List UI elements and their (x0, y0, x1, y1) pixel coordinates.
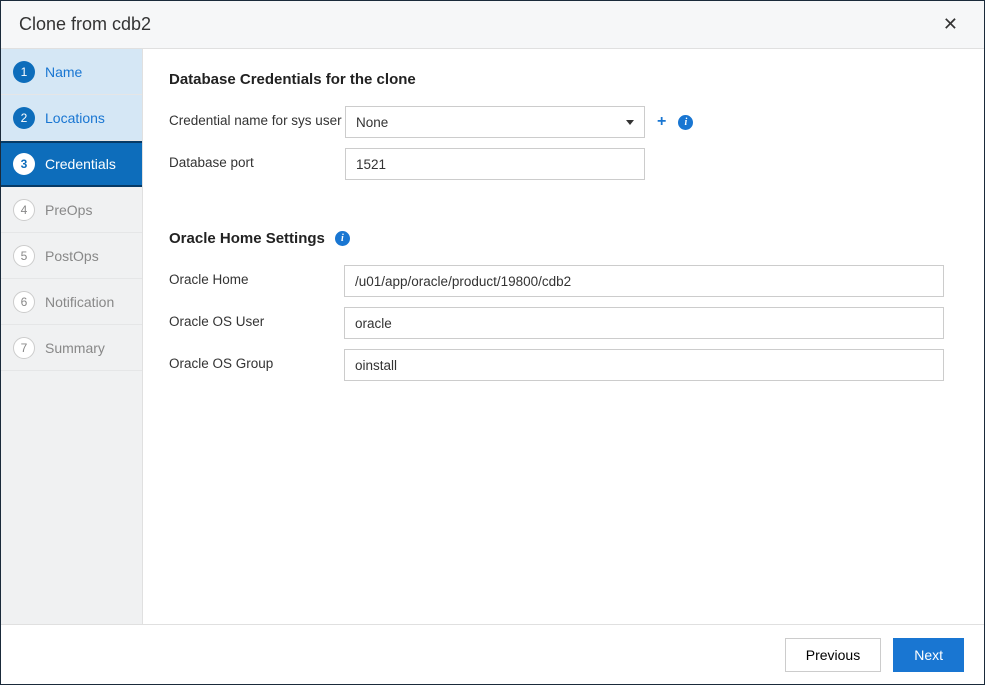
credential-select-value: None (356, 115, 388, 130)
row-database-port: Database port (169, 148, 944, 180)
step-number: 3 (13, 153, 35, 175)
section-title-db-credentials: Database Credentials for the clone (169, 71, 944, 88)
previous-button[interactable]: Previous (785, 638, 881, 672)
row-oracle-os-group: Oracle OS Group (169, 349, 944, 381)
step-number: 1 (13, 61, 35, 83)
database-port-input[interactable] (345, 148, 645, 180)
step-preops[interactable]: 4 PreOps (1, 187, 142, 233)
step-label: Notification (45, 294, 114, 310)
row-oracle-home: Oracle Home (169, 265, 944, 297)
step-label: Locations (45, 110, 105, 126)
step-notification[interactable]: 6 Notification (1, 279, 142, 325)
dialog-title: Clone from cdb2 (19, 14, 151, 35)
step-label: PostOps (45, 248, 99, 264)
step-label: PreOps (45, 202, 92, 218)
step-number: 2 (13, 107, 35, 129)
oracle-home-input[interactable] (344, 265, 944, 297)
step-number: 7 (13, 337, 35, 359)
step-summary[interactable]: 7 Summary (1, 325, 142, 371)
step-number: 5 (13, 245, 35, 267)
step-postops[interactable]: 5 PostOps (1, 233, 142, 279)
next-button[interactable]: Next (893, 638, 964, 672)
wizard-sidebar: 1 Name 2 Locations 3 Credentials 4 PreOp… (1, 49, 143, 624)
row-oracle-os-user: Oracle OS User (169, 307, 944, 339)
step-locations[interactable]: 2 Locations (1, 95, 142, 141)
add-credential-button[interactable]: + (657, 113, 666, 131)
row-credential-name: Credential name for sys user None + i (169, 106, 944, 138)
label-oracle-os-user: Oracle OS User (169, 307, 344, 331)
info-icon[interactable]: i (678, 115, 693, 130)
dialog-footer: Previous Next (1, 624, 984, 684)
step-label: Summary (45, 340, 105, 356)
label-credential-name: Credential name for sys user (169, 106, 345, 130)
step-label: Credentials (45, 156, 116, 172)
credential-select[interactable]: None (345, 106, 645, 138)
oracle-os-group-input[interactable] (344, 349, 944, 381)
step-number: 4 (13, 199, 35, 221)
step-number: 6 (13, 291, 35, 313)
label-oracle-os-group: Oracle OS Group (169, 349, 344, 373)
info-icon[interactable]: i (335, 231, 350, 246)
main-panel: Database Credentials for the clone Crede… (143, 49, 984, 624)
section-title-oracle-home: Oracle Home Settings i (169, 230, 944, 247)
label-oracle-home: Oracle Home (169, 265, 344, 289)
dialog-header: Clone from cdb2 ✕ (1, 1, 984, 49)
plus-icon: + (657, 113, 666, 130)
close-button[interactable]: ✕ (935, 10, 966, 39)
caret-down-icon (626, 120, 634, 125)
close-icon: ✕ (943, 14, 958, 34)
step-name[interactable]: 1 Name (1, 49, 142, 95)
step-label: Name (45, 64, 82, 80)
step-credentials[interactable]: 3 Credentials (1, 141, 142, 187)
oracle-os-user-input[interactable] (344, 307, 944, 339)
label-database-port: Database port (169, 148, 345, 172)
